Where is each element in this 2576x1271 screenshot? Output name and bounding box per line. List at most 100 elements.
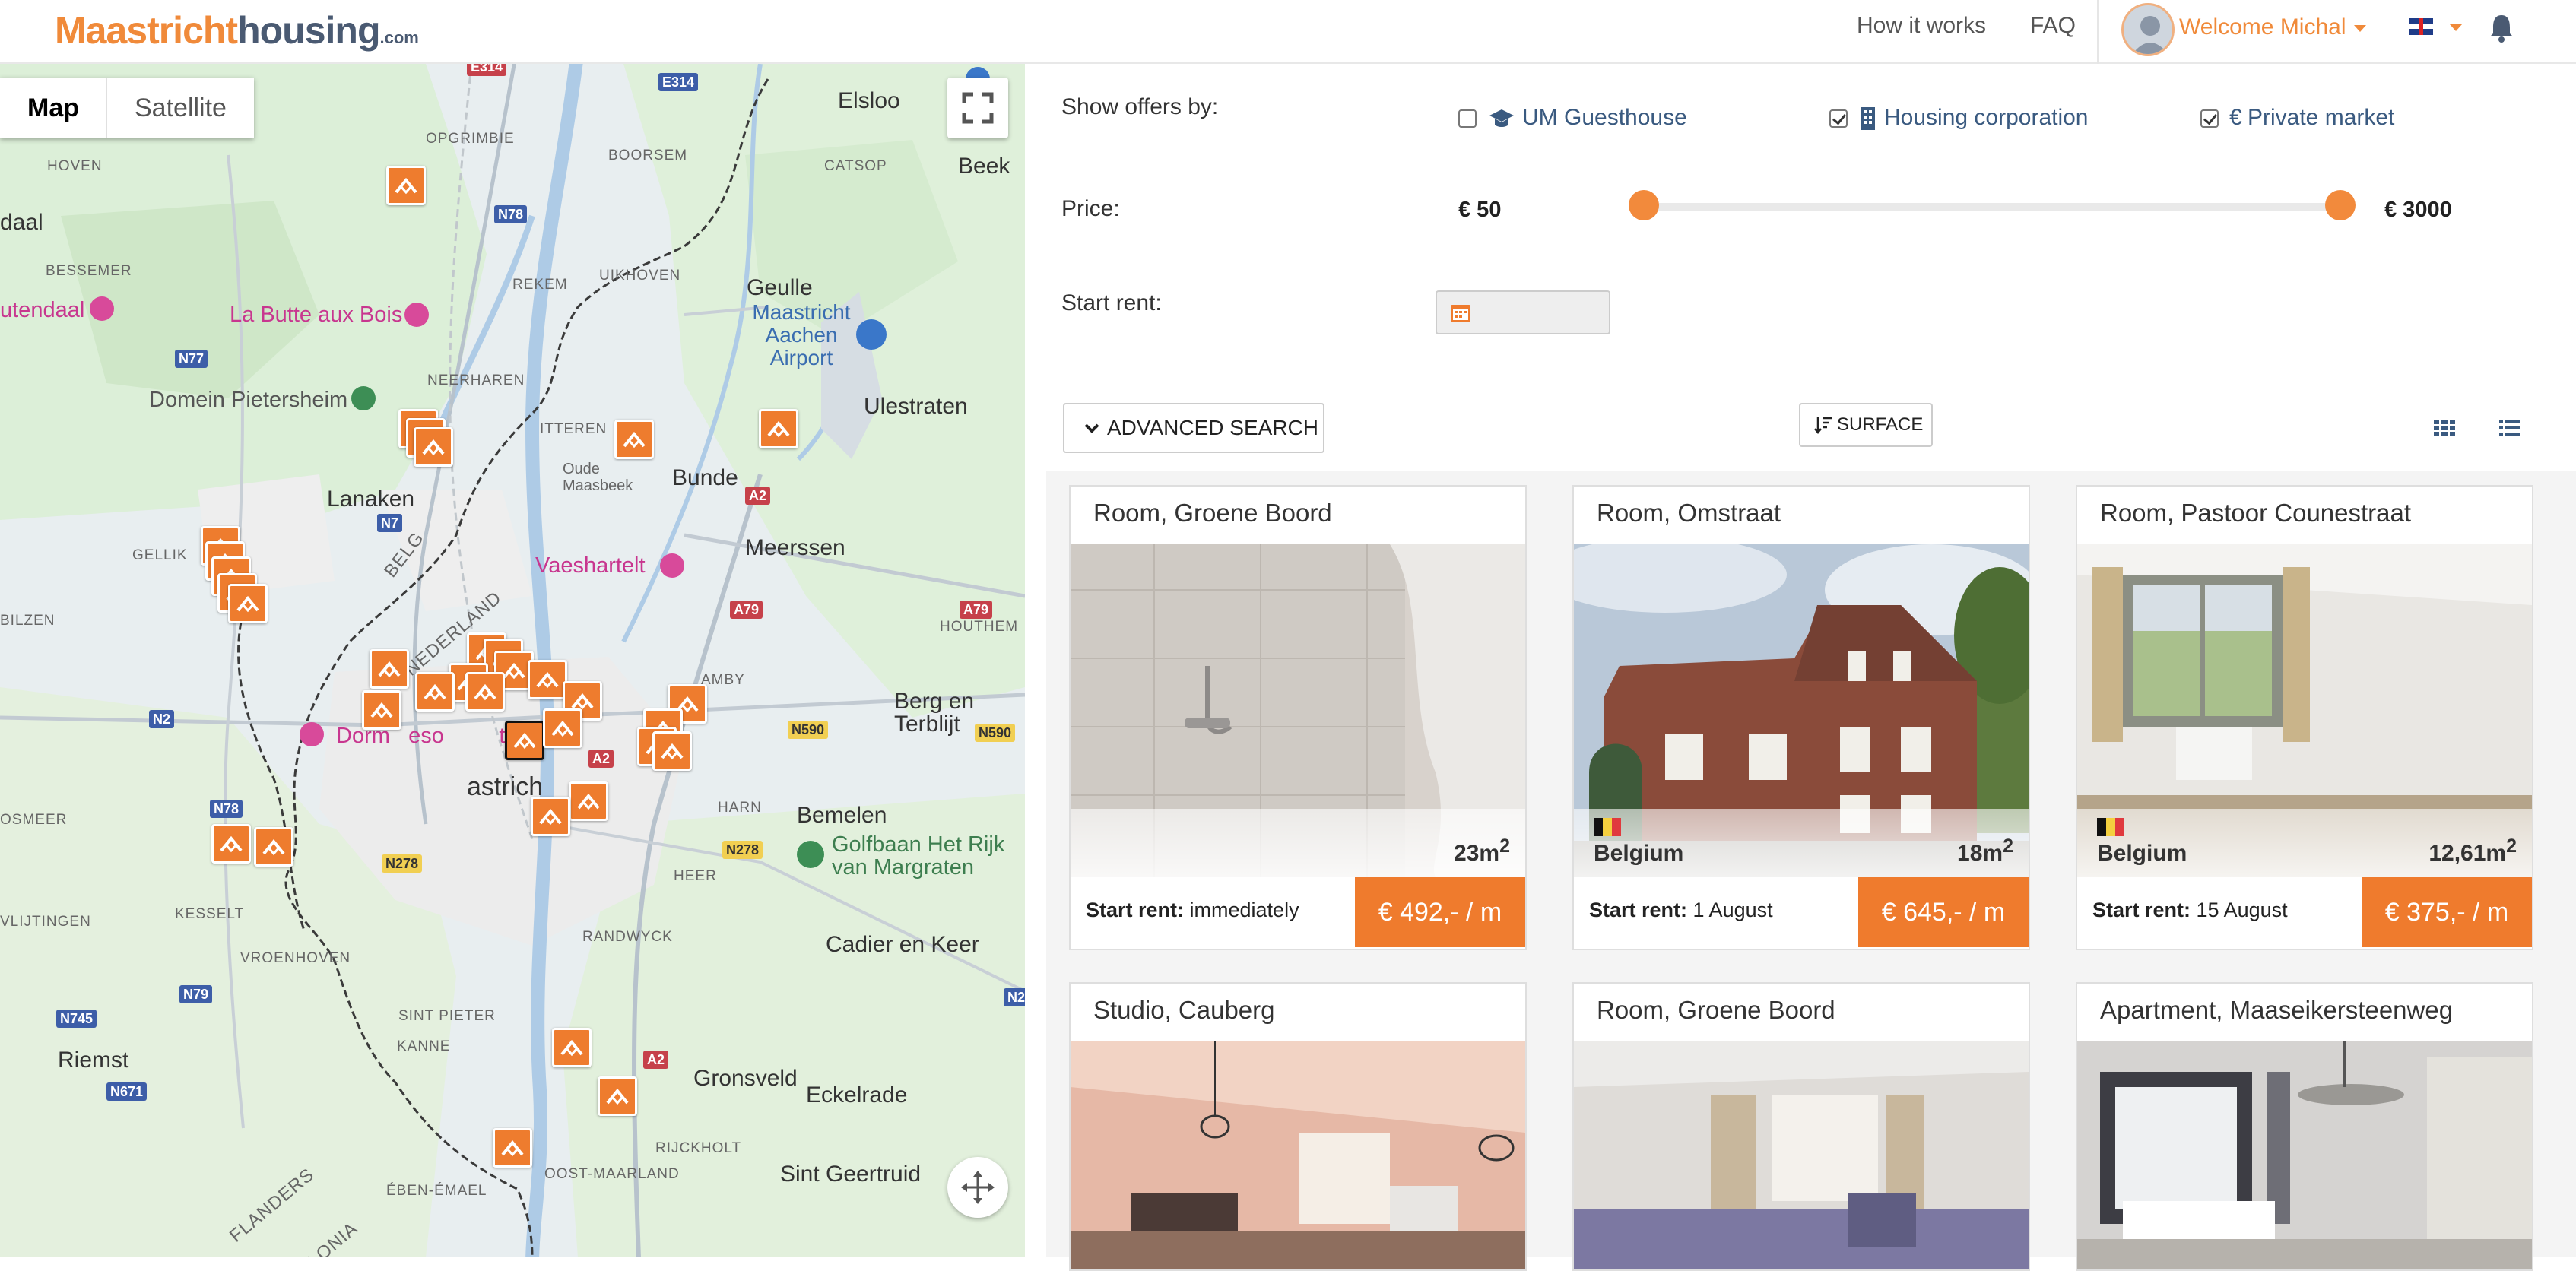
listing-marker[interactable] [370, 649, 409, 692]
listing-marker[interactable] [598, 1076, 637, 1119]
price-slider-track[interactable] [1642, 203, 2340, 211]
map-label-geulle: Geulle [747, 275, 813, 300]
house-marker-icon [536, 671, 559, 689]
listing-title[interactable]: Room, Groene Boord [1597, 996, 1835, 1025]
listing-marker[interactable] [211, 824, 251, 867]
listing-marker[interactable] [569, 781, 608, 824]
nav-faq[interactable]: FAQ [2030, 11, 2076, 41]
road-badge: N77 [175, 350, 208, 368]
map-type-map[interactable]: Map [0, 78, 106, 138]
um-guesthouse-label[interactable]: UM Guesthouse [1522, 105, 1687, 131]
listing-marker[interactable] [414, 427, 453, 470]
road-badge: N745 [56, 1010, 97, 1028]
listing-photo[interactable]: Belgium 18m2 [1574, 544, 2029, 877]
listing-marker[interactable] [386, 166, 426, 208]
map-type-toggle: Map Satellite [0, 78, 254, 138]
listing-marker[interactable] [531, 797, 570, 839]
listing-marker[interactable] [652, 731, 692, 774]
listing-photo[interactable] [2077, 1041, 2532, 1269]
avatar[interactable] [2121, 3, 2175, 56]
listing-title[interactable]: Studio, Cauberg [1093, 996, 1275, 1025]
listing-card[interactable]: Room, Groene Boord [1572, 982, 2030, 1271]
house-marker-icon [424, 683, 446, 701]
listing-marker-body [414, 427, 453, 467]
house-marker-icon [370, 702, 393, 719]
user-menu[interactable]: Welcome Michal [2179, 12, 2366, 43]
listing-price[interactable]: € 375,- / m [2362, 877, 2532, 947]
advanced-search-button[interactable]: ADVANCED SEARCH [1063, 403, 1324, 453]
nav-how-it-works[interactable]: How it works [1857, 11, 1986, 41]
listing-marker[interactable] [493, 1128, 532, 1171]
listing-marker[interactable] [543, 708, 582, 751]
road-badge: N78 [210, 800, 243, 818]
private-market-checkbox[interactable] [2200, 109, 2219, 128]
listing-marker[interactable] [465, 672, 505, 715]
listing-card[interactable]: Room, Groene Boord 23m2 Start rent: imme… [1069, 485, 1527, 950]
map-label-kanne: KANNE [397, 1038, 451, 1054]
grid-view-icon[interactable] [2433, 417, 2456, 439]
map-label-daal: daal [0, 210, 43, 235]
euro-icon: € [2229, 105, 2242, 130]
listing-marker[interactable] [254, 827, 293, 870]
map-label-golfbaan: Golfbaan Het Rijk van Margraten [832, 832, 1005, 880]
map-label-itteren: ITTEREN [540, 421, 608, 437]
road-badge: A2 [745, 487, 771, 505]
listing-price[interactable]: € 492,- / m [1355, 877, 1525, 947]
listing-card[interactable]: Apartment, Maaseikersteenweg [2076, 982, 2533, 1271]
listing-photo[interactable]: Belgium 12,61m2 [2077, 544, 2532, 877]
fullscreen-button[interactable] [947, 78, 1008, 138]
map-label-sint-geertruid: Sint Geertruid [780, 1162, 922, 1187]
listing-marker[interactable] [552, 1028, 592, 1070]
start-rent-date-input[interactable] [1436, 290, 1610, 334]
house-marker-icon [501, 1139, 524, 1157]
listing-photo[interactable]: 23m2 [1071, 544, 1525, 877]
housing-corporation-label[interactable]: Housing corporation [1884, 105, 2089, 131]
listing-marker[interactable] [228, 584, 268, 626]
site-logo[interactable]: Maastrichthousing.com [55, 8, 419, 61]
list-view-icon[interactable] [2498, 417, 2521, 439]
language-chevron-down-icon[interactable] [2450, 24, 2462, 31]
listing-marker-body [362, 690, 401, 730]
listing-photo[interactable] [1071, 1041, 1525, 1269]
sort-surface-button[interactable]: SURFACE [1799, 403, 1933, 447]
listing-marker[interactable] [362, 690, 401, 733]
listing-title[interactable]: Room, Groene Boord [1093, 499, 1332, 528]
map-label-cadier: Cadier en Keer [826, 932, 979, 957]
uk-flag-icon[interactable] [2409, 18, 2433, 35]
map-label-berg: Berg en Terblijt [894, 689, 975, 737]
listing-photo[interactable] [1574, 1041, 2029, 1269]
listing-card[interactable]: Room, Omstraat Belgium 18m2 Start rent: … [1572, 485, 2030, 950]
calendar-icon [1451, 305, 1470, 322]
price-slider-max-handle[interactable] [2325, 190, 2356, 220]
listing-card[interactable]: Room, Pastoor Counestraat Belgium 12,61m… [2076, 485, 2533, 950]
map-label-heer: HEER [674, 868, 717, 884]
house-marker-icon [262, 838, 285, 856]
listing-price[interactable]: € 645,- / m [1858, 877, 2029, 947]
listing-title[interactable]: Room, Omstraat [1597, 499, 1781, 528]
housing-corporation-checkbox[interactable] [1829, 109, 1848, 128]
logo-part-2: housing [237, 9, 380, 52]
listing-marker[interactable] [528, 660, 567, 702]
road-badge: N278 [382, 854, 423, 873]
sort-surface-label: SURFACE [1837, 414, 1924, 435]
show-offers-label: Show offers by: [1061, 94, 1219, 119]
house-marker-icon [513, 732, 536, 750]
map-label-airport: Maastricht Aachen Airport [752, 300, 851, 369]
road-badge: A2 [588, 750, 614, 768]
house-marker-icon [560, 1039, 583, 1057]
listing-marker[interactable] [505, 721, 544, 763]
private-market-label[interactable]: Private market [2248, 105, 2394, 131]
listing-marker[interactable] [759, 409, 798, 452]
map-type-satellite[interactable]: Satellite [106, 78, 254, 138]
listing-marker[interactable] [415, 672, 455, 715]
bell-icon[interactable] [2486, 11, 2517, 44]
map-view[interactable]: Elsloo Beek Geulle Maastricht Aachen Air… [0, 64, 1025, 1257]
listing-marker[interactable] [614, 420, 654, 462]
listing-title[interactable]: Room, Pastoor Counestraat [2100, 499, 2411, 528]
map-pan-control[interactable] [947, 1157, 1008, 1218]
listing-card[interactable]: Studio, Cauberg [1069, 982, 1527, 1271]
price-slider-min-handle[interactable] [1629, 190, 1659, 220]
nav-divider [2097, 0, 2099, 64]
um-guesthouse-checkbox[interactable] [1458, 109, 1477, 128]
listing-title[interactable]: Apartment, Maaseikersteenweg [2100, 996, 2453, 1025]
